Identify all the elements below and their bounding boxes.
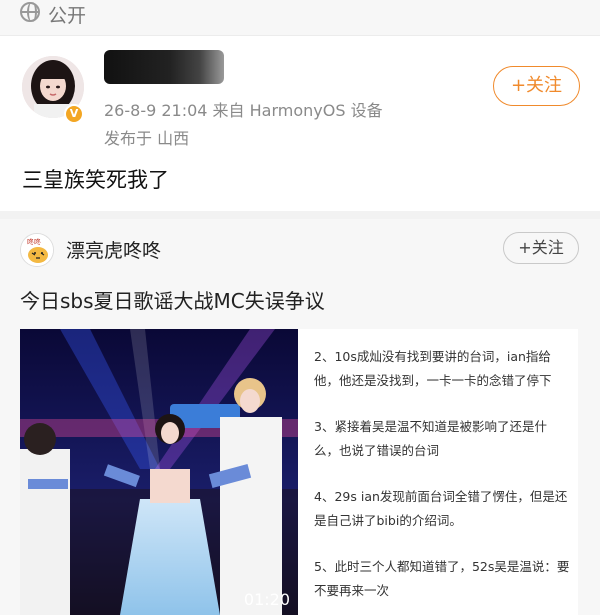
redacted-username [104, 50, 224, 84]
note-line: 是自己讲了bibi的介绍词。 [314, 513, 462, 528]
note-line: 他，他还是没找到，一卡一卡的念错了停下 [314, 373, 552, 388]
svg-text:咚咚: 咚咚 [27, 237, 41, 246]
video-thumbnail[interactable]: 01:20 [20, 329, 298, 615]
divider [0, 211, 600, 219]
post-location: 发布于 山西 [104, 129, 190, 148]
post-meta: 26-8-9 21:04 来自 HarmonyOS 设备 [104, 101, 383, 120]
note-line: 3、紧接着吴是温不知道是被影响了还是什 [314, 419, 547, 434]
stage-scene-image [20, 329, 298, 615]
note-line: 不要再来一次 [314, 583, 390, 598]
note-line: 2、10s成灿没有找到要讲的台词，ian指给 [314, 349, 551, 364]
note-line: 5、此时三个人都知道错了，52s吴是温说：要 [314, 559, 570, 574]
note-line: 么，也说了错误的台词 [314, 443, 440, 458]
visibility-label: 公开 [48, 5, 87, 27]
follow-button[interactable]: +关注 [493, 66, 580, 106]
visibility-bar: 公开 [0, 0, 600, 36]
repost-follow-button[interactable]: +关注 [503, 232, 579, 264]
tiger-avatar-icon: 咚咚 [21, 234, 53, 266]
repost-title: 今日sbs夏日歌谣大战MC失误争议 [20, 289, 325, 313]
repost-card[interactable]: 咚咚 漂亮虎咚咚 +关注 今日sbs夏日歌谣大战MC失误争议 01:20 2、1… [0, 219, 600, 615]
media-row: 01:20 2、10s成灿没有找到要讲的台词，ian指给 他，他还是没找到，一卡… [20, 329, 578, 615]
post-card: V 26-8-9 21:04 来自 HarmonyOS 设备 发布于 山西 +关… [0, 36, 600, 211]
verified-badge-icon: V [64, 104, 84, 124]
notes-image[interactable]: 2、10s成灿没有找到要讲的台词，ian指给 他，他还是没找到，一卡一卡的念错了… [298, 329, 578, 615]
post-text: 三皇族笑死我了 [22, 168, 169, 192]
video-duration: 01:20 [243, 590, 290, 609]
repost-author[interactable]: 漂亮虎咚咚 [66, 236, 161, 263]
repost-avatar[interactable]: 咚咚 [20, 233, 54, 267]
note-line: 4、29s ian发现前面台词全错了愣住，但是还 [314, 489, 568, 504]
globe-icon [20, 2, 40, 22]
